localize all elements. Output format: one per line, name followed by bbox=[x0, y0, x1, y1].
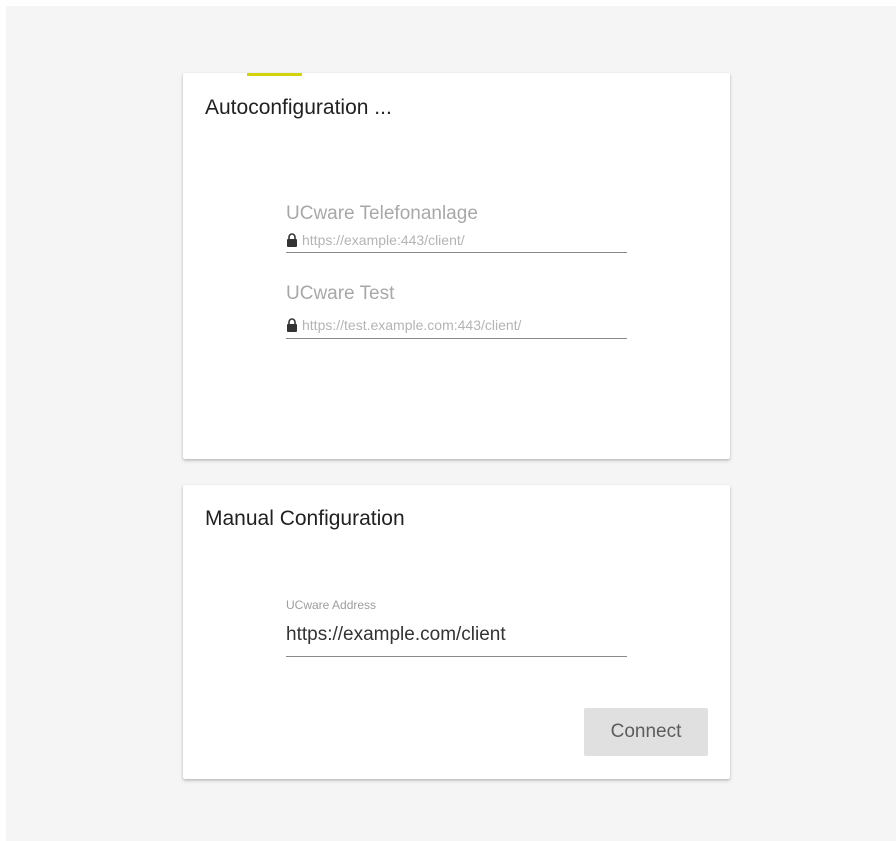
server-url: https://example:443/client/ bbox=[302, 232, 465, 248]
server-url-row: https://test.example.com:443/client/ bbox=[286, 317, 521, 333]
server-url-row: https://example:443/client/ bbox=[286, 232, 465, 248]
server-url: https://test.example.com:443/client/ bbox=[302, 317, 522, 333]
autoconfiguration-card: Autoconfiguration ... UCware Telefonanla… bbox=[183, 73, 730, 459]
lock-icon bbox=[287, 318, 297, 332]
lock-icon bbox=[287, 233, 297, 247]
server-name: UCware Test bbox=[286, 283, 395, 304]
server-item-ucware-test[interactable]: UCware Test https://test.example.com:443… bbox=[286, 279, 627, 339]
server-item-ucware-telefonanlage[interactable]: UCware Telefonanlage https://example:443… bbox=[286, 199, 627, 253]
connect-button[interactable]: Connect bbox=[584, 708, 708, 756]
manual-configuration-card: Manual Configuration UCware Address Conn… bbox=[183, 485, 730, 779]
autoconfiguration-title: Autoconfiguration ... bbox=[205, 96, 392, 119]
manual-configuration-title: Manual Configuration bbox=[205, 507, 405, 530]
address-field-label: UCware Address bbox=[286, 598, 377, 612]
loading-progress-bar bbox=[247, 73, 302, 76]
server-name: UCware Telefonanlage bbox=[286, 203, 478, 224]
address-input[interactable] bbox=[286, 619, 627, 657]
